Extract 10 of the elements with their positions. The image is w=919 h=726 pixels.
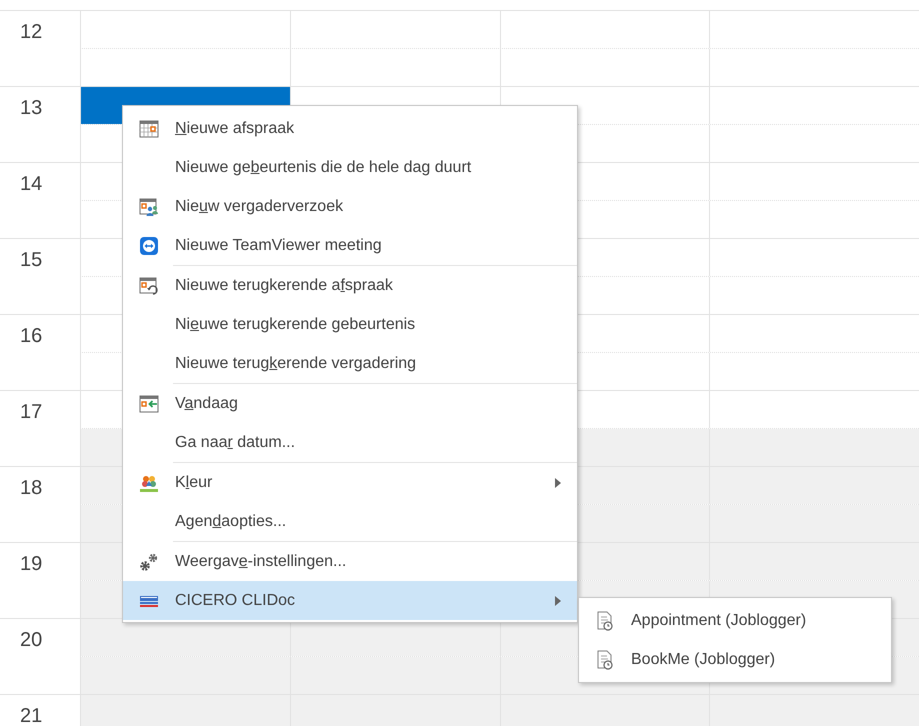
- hour-label: 15: [20, 249, 42, 272]
- hour-label: 12: [20, 21, 42, 44]
- hour-label: 13: [20, 97, 42, 120]
- hour-label: 20: [20, 629, 42, 652]
- hour-label: 21: [20, 705, 42, 726]
- hour-label: 17: [20, 401, 42, 424]
- hour-label: 18: [20, 477, 42, 500]
- hour-label: 16: [20, 325, 42, 348]
- hour-label: 19: [20, 553, 42, 576]
- hour-label: 14: [20, 173, 42, 196]
